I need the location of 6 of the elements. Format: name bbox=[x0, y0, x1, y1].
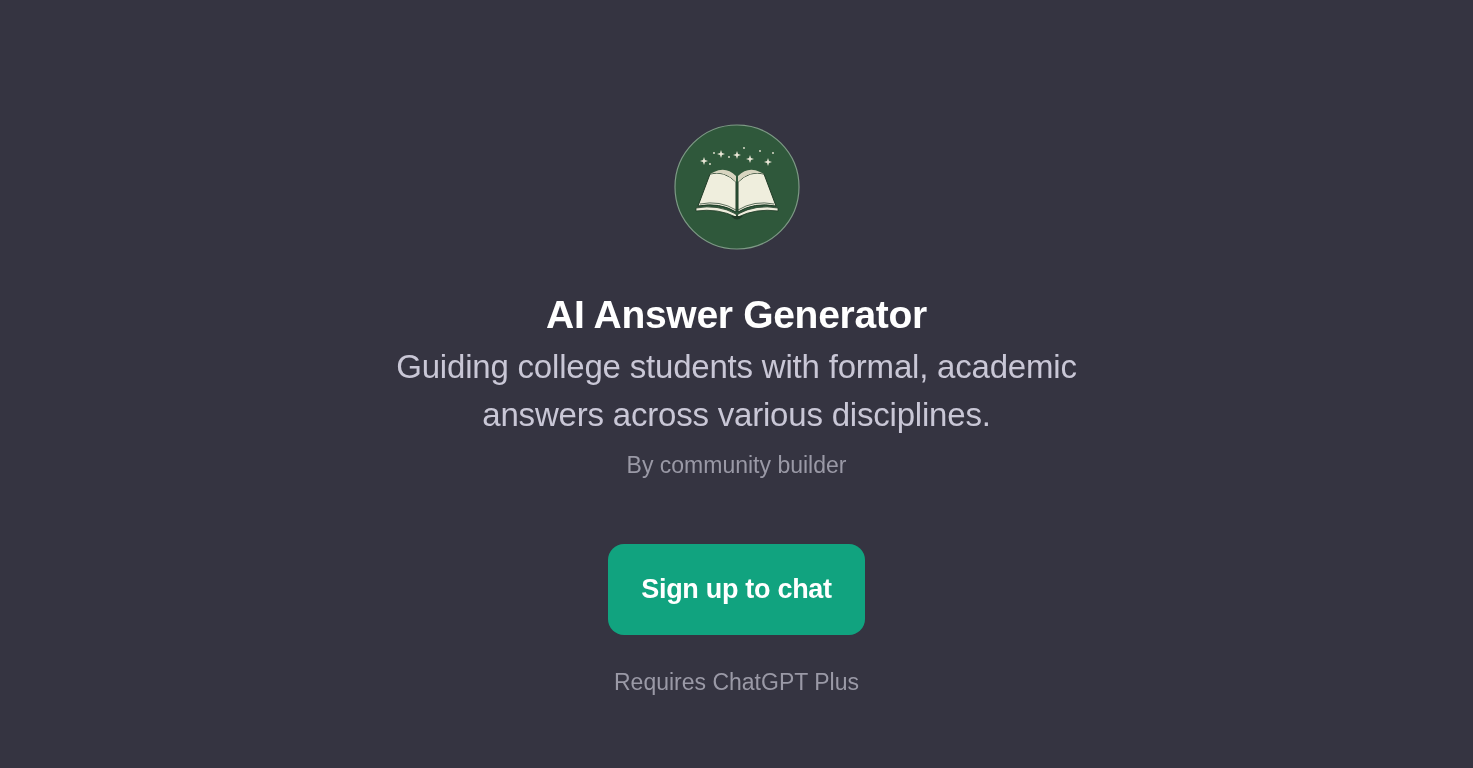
gpt-description: Guiding college students with formal, academic answers across various disciplines. bbox=[395, 347, 1078, 435]
requirement-note: Requires ChatGPT Plus bbox=[614, 668, 859, 696]
gpt-title: AI Answer Generator bbox=[546, 294, 927, 336]
open-book-icon bbox=[673, 124, 800, 250]
sign-up-button[interactable]: Sign up to chat bbox=[608, 544, 865, 635]
author-text: By community builder bbox=[626, 451, 847, 479]
